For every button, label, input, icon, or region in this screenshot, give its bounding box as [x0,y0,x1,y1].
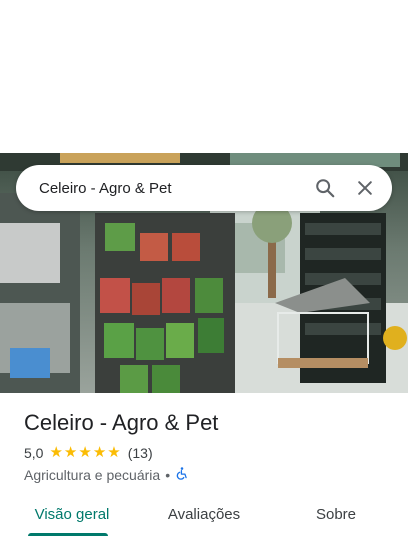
place-title: Celeiro - Agro & Pet [24,410,219,435]
rating-row[interactable]: 5,0 ★ ★ ★ ★ ★ (13) [24,445,153,461]
place-category[interactable]: Agricultura e pecuária [24,467,160,483]
close-icon[interactable] [352,175,378,201]
wheelchair-icon [175,466,189,484]
star-icon: ★ [78,444,92,461]
tab-about[interactable]: Sobre [282,492,390,536]
search-bar[interactable]: Celeiro - Agro & Pet [16,165,392,211]
star-icon: ★ [92,444,107,461]
separator-dot: • [165,467,171,483]
rating-stars: ★ ★ ★ ★ ★ [49,444,121,461]
star-icon: ★ [63,444,78,461]
rating-value: 5,0 [24,445,44,461]
place-tabs: Visão geral Avaliações Sobre [0,492,408,538]
category-row: Agricultura e pecuária • [24,466,189,484]
search-query[interactable]: Celeiro - Agro & Pet [39,180,298,197]
tab-overview[interactable]: Visão geral [18,492,126,536]
star-icon: ★ [107,444,121,461]
tab-reviews[interactable]: Avaliações [150,492,258,536]
search-icon[interactable] [312,175,338,201]
review-count[interactable]: (13) [128,445,153,461]
star-icon: ★ [49,444,63,461]
active-tab-indicator [28,533,108,536]
